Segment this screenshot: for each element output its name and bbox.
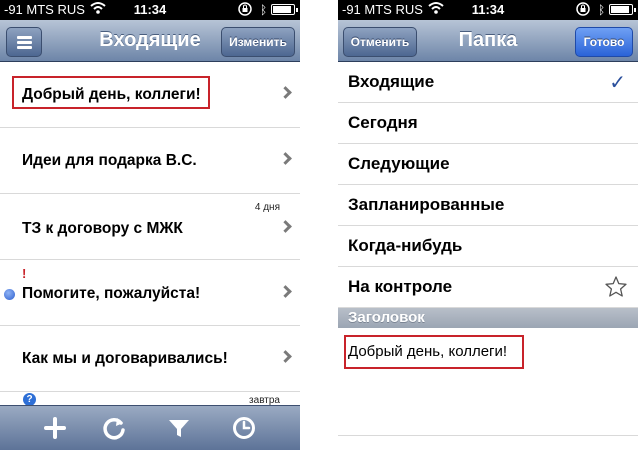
folder-label: На контроле xyxy=(348,277,453,296)
bluetooth-icon: ᛒ xyxy=(260,3,268,17)
message-subject: Как мы и договаривались! xyxy=(22,350,228,367)
done-button[interactable]: Готово xyxy=(575,27,633,57)
folder-label: Запланированные xyxy=(348,195,505,214)
clock-time: 11:34 xyxy=(471,2,505,17)
folder-item-inbox[interactable]: Входящие ✓ xyxy=(338,62,638,103)
edit-button[interactable]: Изменить xyxy=(221,27,295,57)
checkmark-icon: ✓ xyxy=(609,72,626,94)
folder-list: Входящие ✓ Сегодня Следующие Запланирова… xyxy=(338,62,638,308)
list-item[interactable]: 4 дня ТЗ к договору с МЖК xyxy=(0,194,300,260)
folder-item-today[interactable]: Сегодня xyxy=(338,103,638,144)
highlight-box xyxy=(344,335,524,369)
folder-screen: -91 MTS RUS 11:34 ᛒ Отменить Папка Готов… xyxy=(338,0,638,450)
bluetooth-icon: ᛒ xyxy=(598,3,606,17)
status-bar: -91 MTS RUS 11:34 ᛒ xyxy=(338,0,638,20)
filter-icon[interactable] xyxy=(165,414,193,442)
star-icon[interactable] xyxy=(604,275,628,299)
chevron-right-icon xyxy=(279,152,292,165)
bottom-toolbar xyxy=(0,405,300,450)
clock-icon[interactable] xyxy=(230,414,258,442)
message-subject: Идеи для подарка В.С. xyxy=(22,152,197,169)
divider xyxy=(338,435,638,436)
priority-flag: ! xyxy=(22,266,27,281)
message-date: 4 дня xyxy=(254,202,280,213)
battery-icon xyxy=(609,4,636,15)
unread-dot-icon xyxy=(4,289,15,300)
chevron-right-icon xyxy=(279,86,292,99)
folder-label: Следующие xyxy=(348,154,450,173)
folder-item-scheduled[interactable]: Запланированные xyxy=(338,185,638,226)
rotation-lock-icon xyxy=(576,2,590,16)
message-subject: Помогите, пожалуйста! xyxy=(22,285,201,302)
folder-item-someday[interactable]: Когда-нибудь xyxy=(338,226,638,267)
inbox-screen: -91 MTS RUS 11:34 ᛒ Входящие Изменить До… xyxy=(0,0,300,450)
list-item[interactable]: Как мы и договаривались! xyxy=(0,326,300,392)
chevron-right-icon xyxy=(279,220,292,233)
folder-label: Когда-нибудь xyxy=(348,236,463,255)
nav-bar: Отменить Папка Готово xyxy=(338,20,638,62)
message-list: Добрый день, коллеги! Идеи для подарка В… xyxy=(0,62,300,392)
status-bar: -91 MTS RUS 11:34 ᛒ xyxy=(0,0,300,20)
refresh-icon[interactable] xyxy=(100,414,128,442)
plus-icon[interactable] xyxy=(41,414,69,442)
nav-bar: Входящие Изменить xyxy=(0,20,300,62)
folder-item-watched[interactable]: На контроле xyxy=(338,267,638,308)
highlight-box xyxy=(12,76,210,109)
message-subject: ТЗ к договору с МЖК xyxy=(22,220,183,237)
folder-item-next[interactable]: Следующие xyxy=(338,144,638,185)
clock-time: 11:34 xyxy=(133,2,167,17)
folder-label: Входящие xyxy=(348,72,435,91)
list-item[interactable]: ! Помогите, пожалуйста! xyxy=(0,260,300,326)
chevron-right-icon xyxy=(279,285,292,298)
list-item[interactable]: Идеи для подарка В.С. xyxy=(0,128,300,194)
folder-label: Сегодня xyxy=(348,113,418,132)
battery-icon xyxy=(271,4,298,15)
chevron-right-icon xyxy=(279,350,292,363)
section-header: Заголовок xyxy=(338,308,638,328)
rotation-lock-icon xyxy=(238,2,252,16)
